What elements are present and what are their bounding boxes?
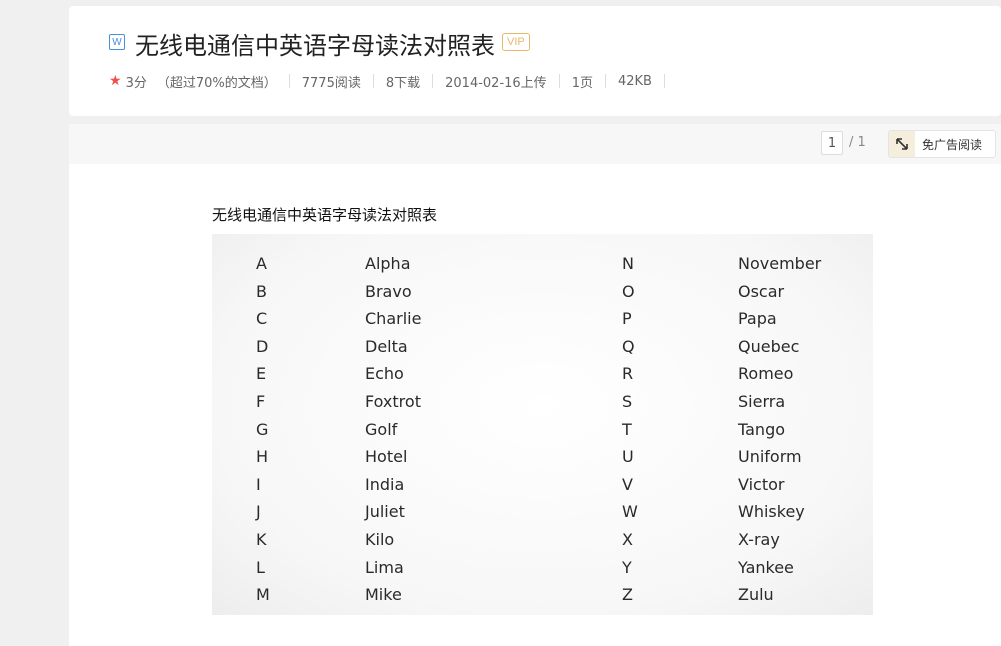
divider	[288, 74, 290, 88]
codeword-cell: Lima	[365, 557, 404, 577]
codeword-cell: Golf	[365, 419, 398, 439]
phonetic-alphabet-table: ABCDEFGHIJKLM Alpha Bravo Charlie Delta Echo…	[212, 234, 873, 615]
codeword-cell: Echo	[365, 364, 404, 384]
codeword-cell: Romeo	[738, 364, 794, 384]
codeword-cell: Mike	[365, 585, 402, 605]
codeword-cell: Bravo	[365, 281, 412, 301]
page-number-input[interactable]: 1	[821, 131, 843, 155]
codeword-cell: Oscar	[738, 281, 785, 301]
codeword-cell: Quebec	[738, 336, 800, 356]
document-info-card: W 无线电通信中英语字母读法对照表 VIP ★ 3分 （超过70%的文档） 77…	[69, 6, 1001, 116]
divider	[558, 74, 560, 88]
page-count: 1页	[571, 75, 593, 91]
word-doc-icon: W	[109, 34, 125, 50]
codeword-cell: Tango	[738, 419, 786, 439]
codeword-cell: Juliet	[365, 502, 405, 522]
codeword-cell: Delta	[365, 336, 408, 356]
left-word-column: Alpha Bravo Charlie Delta Echo Foxtrot Golf Hot…	[365, 250, 565, 609]
codeword-cell: Yankee	[738, 557, 794, 577]
document-title: 无线电通信中英语字母读法对照表	[212, 206, 438, 224]
codeword-cell: Victor	[738, 474, 785, 494]
codeword-cell: Zulu	[738, 585, 774, 605]
codeword-cell: Whiskey	[738, 502, 805, 522]
vip-badge: VIP	[502, 33, 530, 51]
download-count: 8下载	[385, 75, 421, 91]
expand-icon	[889, 131, 915, 157]
star-icon: ★	[109, 73, 122, 89]
right-word-column: November Oscar Papa Quebec Romeo Sierra Tango U…	[738, 250, 938, 609]
codeword-cell: November	[738, 254, 822, 273]
codeword-cell: Uniform	[738, 447, 802, 467]
codeword-cell: Kilo	[365, 529, 395, 549]
divider	[604, 74, 606, 88]
divider	[372, 74, 374, 88]
read-count: 7775阅读	[301, 75, 361, 91]
divider	[432, 74, 434, 88]
codeword-cell: X-ray	[738, 529, 780, 549]
divider	[663, 74, 665, 88]
upload-date: 2014-02-16上传	[445, 75, 547, 91]
codeword-cell: Alpha	[365, 254, 411, 273]
reader-toolbar: 1 / 1 免广告阅读	[69, 124, 1001, 165]
codeword-cell: India	[365, 474, 405, 494]
codeword-cell: Sierra	[738, 391, 786, 411]
ad-free-label: 免广告阅读	[922, 137, 983, 152]
rating-note: （超过70%的文档）	[156, 75, 277, 91]
codeword-cell: Charlie	[365, 309, 422, 329]
page-total: / 1	[849, 135, 866, 150]
document-meta: ★ 3分 （超过70%的文档） 7775阅读 8下载 2014-02-16上传 …	[109, 72, 677, 91]
file-size: 42KB	[617, 73, 652, 89]
codeword-cell: Papa	[738, 309, 777, 329]
codeword-cell: Hotel	[365, 447, 408, 467]
codeword-cell: Foxtrot	[365, 391, 421, 411]
document-page: 无线电通信中英语字母读法对照表 ABCDEFGHIJKLM Alpha Bravo…	[69, 164, 1001, 646]
ad-free-reading-button[interactable]: 免广告阅读	[888, 130, 996, 158]
page-title: 无线电通信中英语字母读法对照表	[135, 32, 495, 60]
rating-score: 3分	[125, 75, 147, 91]
